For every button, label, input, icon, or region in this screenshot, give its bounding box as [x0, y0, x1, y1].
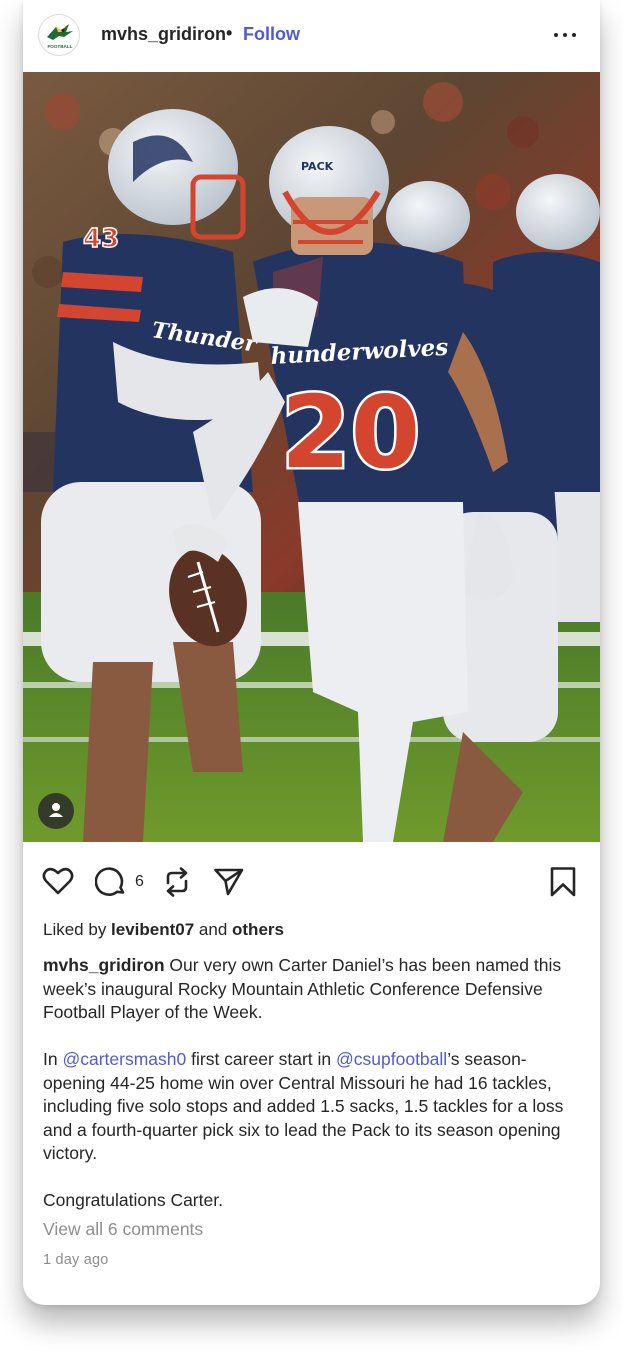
send-icon[interactable]	[213, 866, 245, 903]
post-timestamp: 1 day ago	[43, 1252, 109, 1268]
helmet-text: PACK	[301, 160, 334, 173]
post-actions-bar	[23, 842, 600, 922]
post-caption: mvhs_gridiron Our very own Carter Daniel…	[43, 954, 583, 1213]
football-players-image: 43 Thunder hunderwolves 20 PACK	[23, 72, 600, 842]
caption-paragraph-2-start: In	[43, 1049, 63, 1069]
header-separator: •	[226, 23, 233, 43]
view-all-comments-link[interactable]: View all 6 comments	[43, 1219, 203, 1240]
post-header: FOOTBALL mvhs_gridiron • Follow	[23, 0, 600, 72]
post-photo[interactable]: 43 Thunder hunderwolves 20 PACK	[23, 72, 600, 842]
more-options-icon[interactable]	[553, 22, 579, 48]
logo-text: FOOTBALL	[47, 44, 72, 49]
caption-paragraph-3: Congratulations Carter.	[43, 1190, 223, 1210]
liked-by-user[interactable]: levibent07	[111, 920, 194, 939]
likes-prefix: Liked by	[43, 920, 112, 939]
likes-summary[interactable]: Liked by levibent07 and others	[43, 920, 284, 940]
left-jersey-number: 43	[83, 224, 119, 254]
liked-by-others[interactable]: others	[232, 920, 284, 939]
front-jersey-number: 20	[281, 374, 420, 491]
mention-cartersmash0[interactable]: @cartersmash0	[62, 1049, 186, 1069]
mention-csupfootball[interactable]: @csupfootball	[336, 1049, 447, 1069]
caption-paragraph-2-middle: first career start in	[186, 1049, 337, 1069]
person-icon	[49, 803, 63, 817]
post-username[interactable]: mvhs_gridiron	[101, 24, 226, 45]
comment-icon[interactable]	[94, 866, 127, 903]
comment-count: 6	[135, 873, 144, 890]
bookmark-icon[interactable]	[549, 866, 577, 903]
likes-middle: and	[194, 920, 233, 939]
post-card: FOOTBALL mvhs_gridiron • Follow 43 Thund…	[23, 0, 600, 1305]
eagle-logo-icon: FOOTBALL	[47, 24, 73, 49]
follow-button[interactable]: Follow	[243, 24, 300, 45]
caption-author[interactable]: mvhs_gridiron	[43, 955, 165, 975]
profile-avatar[interactable]: FOOTBALL	[38, 14, 80, 56]
heart-icon[interactable]	[42, 866, 74, 901]
tagged-user-button[interactable]	[38, 793, 74, 829]
repost-icon[interactable]	[162, 866, 192, 903]
